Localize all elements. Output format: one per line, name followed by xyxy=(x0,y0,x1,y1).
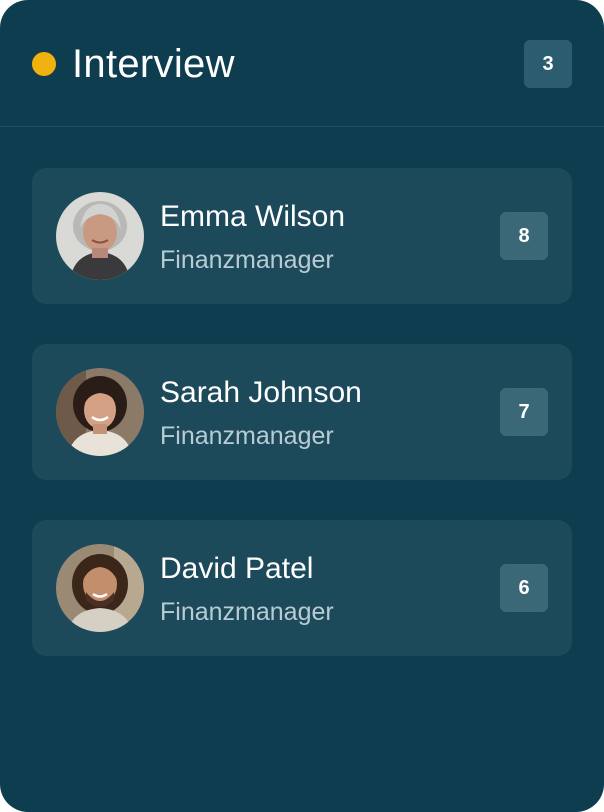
candidate-score-badge: 6 xyxy=(500,564,548,612)
avatar xyxy=(56,192,144,280)
candidate-score-badge: 7 xyxy=(500,388,548,436)
column-count-badge: 3 xyxy=(524,40,572,88)
status-dot-icon xyxy=(32,52,56,76)
candidate-card[interactable]: Sarah Johnson Finanzmanager 7 xyxy=(32,344,572,480)
column-title: Interview xyxy=(72,42,235,86)
candidate-name: David Patel xyxy=(160,552,314,585)
kanban-column-interview: Interview 3 Emma Wilson Finanzmanager 8 xyxy=(0,0,604,812)
candidate-role: Finanzmanager xyxy=(160,598,334,626)
candidate-card[interactable]: David Patel Finanzmanager 6 xyxy=(32,520,572,656)
candidate-card[interactable]: Emma Wilson Finanzmanager 8 xyxy=(32,168,572,304)
candidate-name: Emma Wilson xyxy=(160,200,346,233)
candidate-role: Finanzmanager xyxy=(160,246,334,274)
candidate-score-badge: 8 xyxy=(500,212,548,260)
candidate-name: Sarah Johnson xyxy=(160,376,362,409)
avatar xyxy=(56,544,144,632)
column-header: Interview 3 xyxy=(0,0,604,127)
avatar xyxy=(56,368,144,456)
candidate-role: Finanzmanager xyxy=(160,422,334,450)
